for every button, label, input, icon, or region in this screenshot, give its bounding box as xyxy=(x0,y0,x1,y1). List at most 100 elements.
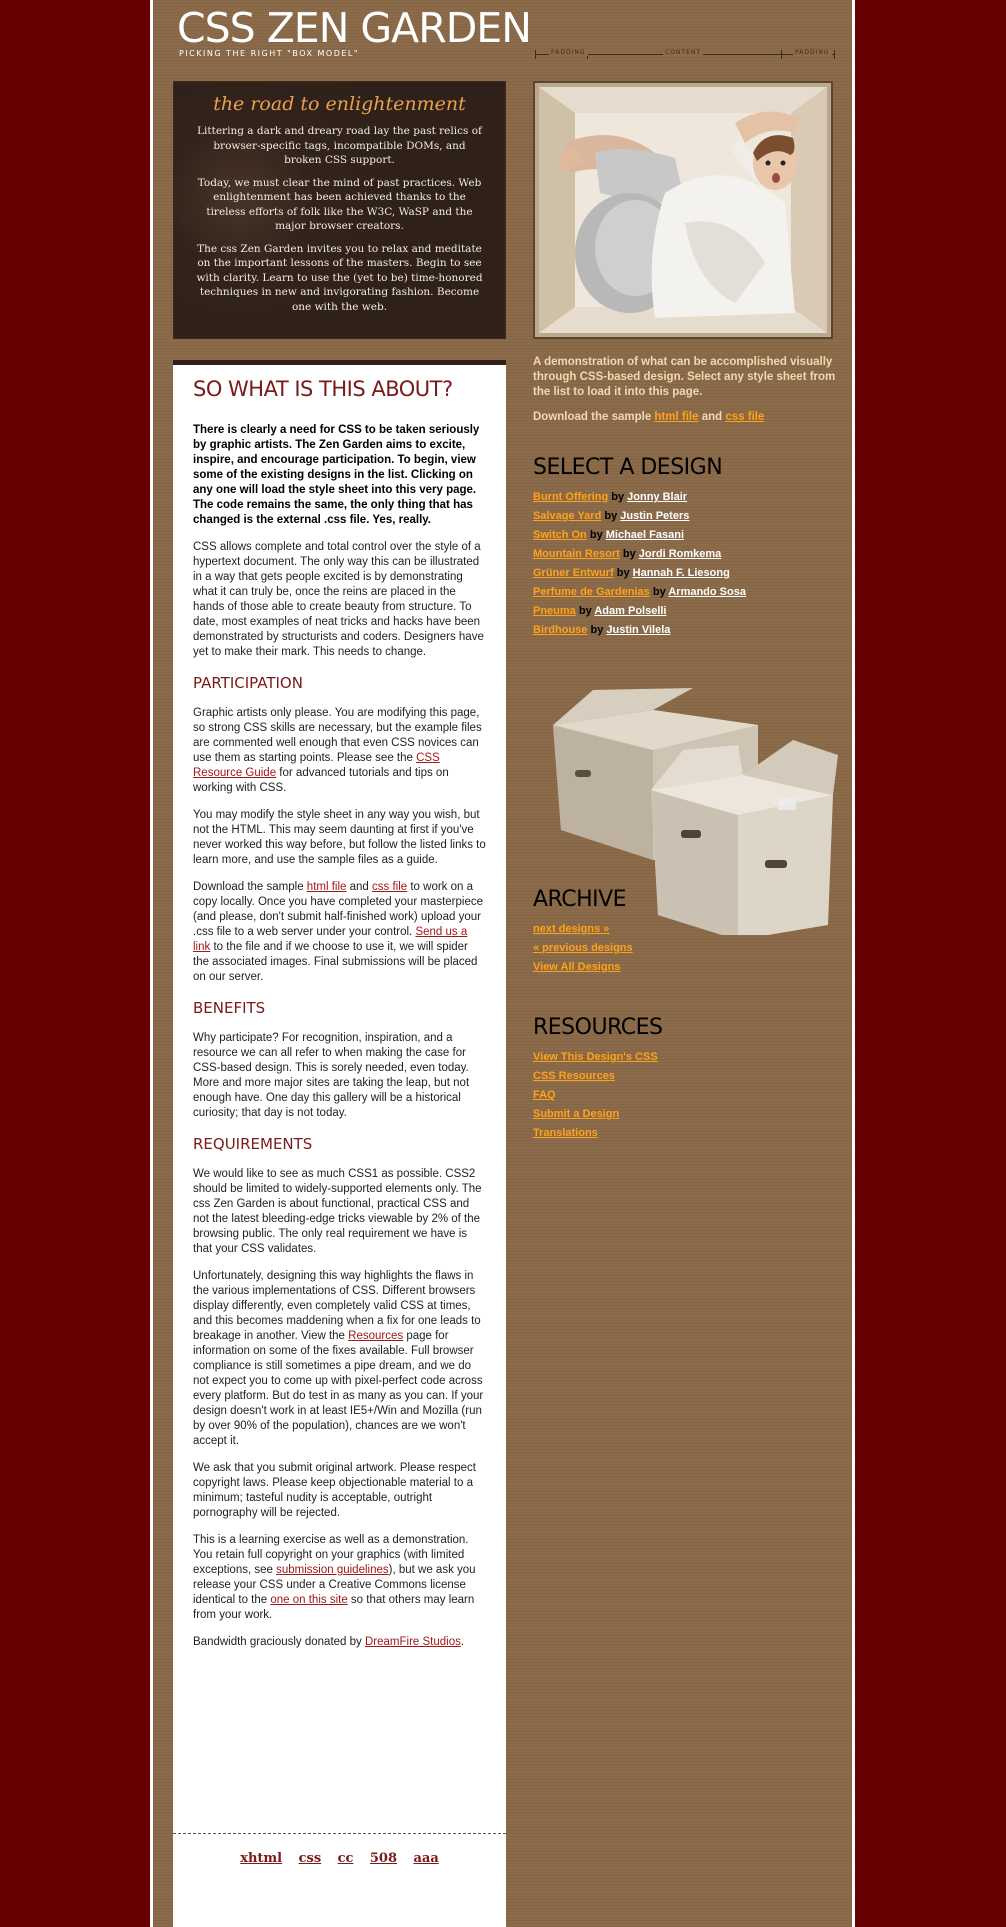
site-title: CSS ZEN GARDEN xyxy=(177,4,532,52)
intro-box: the road to enlightenment Littering a da… xyxy=(173,81,506,339)
archive-item: View All Designs xyxy=(533,958,633,977)
previous-designs-link[interactable]: « previous designs xyxy=(533,942,633,954)
text-span: and xyxy=(698,411,726,423)
participation-paragraph: You may modify the style sheet in any wa… xyxy=(193,809,486,866)
body-paragraph: CSS allows complete and total control ov… xyxy=(193,541,484,658)
sidebar-css-file-link[interactable]: css file xyxy=(725,411,764,423)
text-span: . xyxy=(460,1636,465,1648)
sidebar-download-text: Download the sample html file and css fi… xyxy=(533,410,843,425)
archive-section: ARCHIVE next designs » « previous design… xyxy=(533,887,633,977)
resources-section: RESOURCES View This Design's CSS CSS Res… xyxy=(533,1015,663,1143)
site-subtitle: PICKING THE RIGHT "BOX MODEL" xyxy=(179,49,360,58)
resources-links: View This Design's CSS CSS Resources FAQ… xyxy=(533,1048,663,1143)
design-link[interactable]: Grüner Entwurf xyxy=(533,567,614,579)
sidebar-intro-text: A demonstration of what can be accomplis… xyxy=(533,356,836,398)
text-span: and xyxy=(346,881,372,893)
intro-paragraph: Today, we must clear the mind of past pr… xyxy=(197,176,482,233)
main-content: SO WHAT IS THIS ABOUT? There is clearly … xyxy=(173,360,506,1927)
design-link[interactable]: Pneuma xyxy=(533,605,576,617)
design-list-item: Salvage Yard by Justin Peters xyxy=(533,507,843,526)
text-span: Download the sample xyxy=(193,881,307,893)
by-label: by xyxy=(578,605,592,617)
diagram-tick xyxy=(535,50,536,59)
sidebar-html-file-link[interactable]: html file xyxy=(654,411,698,423)
design-list-item: Grüner Entwurf by Hannah F. Liesong xyxy=(533,564,843,583)
submit-a-design-link[interactable]: Submit a Design xyxy=(533,1108,619,1120)
by-label: by xyxy=(622,548,636,560)
design-link[interactable]: Salvage Yard xyxy=(533,510,601,522)
resources-title: RESOURCES xyxy=(533,1015,663,1040)
select-design-title: SELECT A DESIGN xyxy=(533,455,723,480)
view-this-design-css-link[interactable]: View This Design's CSS xyxy=(533,1051,658,1063)
designer-link[interactable]: Jordi Romkema xyxy=(639,548,722,560)
archive-links: next designs » « previous designs View A… xyxy=(533,920,633,977)
intro-title: the road to enlightenment xyxy=(213,93,466,115)
dreamfire-studios-link[interactable]: DreamFire Studios xyxy=(365,1636,461,1648)
box-model-diagram: PADDING CONTENT PADDING xyxy=(535,47,835,61)
view-all-designs-link[interactable]: View All Designs xyxy=(533,961,620,973)
by-label: by xyxy=(604,510,618,522)
designer-link[interactable]: Adam Polselli xyxy=(594,605,666,617)
footer-link-css[interactable]: css xyxy=(299,1851,322,1866)
design-link[interactable]: Burnt Offering xyxy=(533,491,608,503)
footer-link-508[interactable]: 508 xyxy=(370,1851,397,1866)
requirements-paragraph: We ask that you submit original artwork.… xyxy=(193,1462,476,1519)
designer-link[interactable]: Justin Vilela xyxy=(606,624,670,636)
page-container: CSS ZEN GARDEN PICKING THE RIGHT "BOX MO… xyxy=(150,0,855,1927)
css-resources-link[interactable]: CSS Resources xyxy=(533,1070,615,1082)
intro-paragraph: Littering a dark and dreary road lay the… xyxy=(197,125,482,166)
hero-photo-person-in-box xyxy=(533,81,833,339)
submission-guidelines-link[interactable]: submission guidelines xyxy=(276,1564,389,1576)
next-designs-link[interactable]: next designs » xyxy=(533,923,609,935)
footer-link-cc[interactable]: cc xyxy=(338,1851,354,1866)
design-list-item: Perfume de Gardenias by Armando Sosa xyxy=(533,583,843,602)
designer-link[interactable]: Armando Sosa xyxy=(668,586,746,598)
footer-link-xhtml[interactable]: xhtml xyxy=(240,1851,282,1866)
participation-title: PARTICIPATION xyxy=(193,674,303,692)
footer-link-aaa[interactable]: aaa xyxy=(413,1851,438,1866)
archive-title: ARCHIVE xyxy=(533,887,627,912)
sidebar: A demonstration of what can be accomplis… xyxy=(533,355,843,1139)
designer-link[interactable]: Jonny Blair xyxy=(627,491,687,503)
by-label: by xyxy=(589,529,603,541)
diagram-label-padding-right: PADDING xyxy=(793,49,832,56)
designer-link[interactable]: Michael Fasani xyxy=(606,529,684,541)
designer-link[interactable]: Justin Peters xyxy=(620,510,689,522)
requirements-title: REQUIREMENTS xyxy=(193,1135,313,1153)
sidebar-intro: A demonstration of what can be accomplis… xyxy=(533,355,843,425)
text-span: Download the sample xyxy=(533,411,655,423)
design-list-item: Mountain Resort by Jordi Romkema xyxy=(533,545,843,564)
design-link[interactable]: Mountain Resort xyxy=(533,548,620,560)
archive-item: next designs » xyxy=(533,920,633,939)
faq-link[interactable]: FAQ xyxy=(533,1089,556,1101)
html-file-link[interactable]: html file xyxy=(307,881,347,893)
design-link[interactable]: Perfume de Gardenias xyxy=(533,586,650,598)
main-title: SO WHAT IS THIS ABOUT? xyxy=(193,377,453,401)
text-span: to the file and if we choose to use it, … xyxy=(193,941,478,983)
by-label: by xyxy=(652,586,666,598)
css-file-link[interactable]: css file xyxy=(372,881,407,893)
design-list: Burnt Offering by Jonny Blair Salvage Yar… xyxy=(533,488,843,640)
design-link[interactable]: Birdhouse xyxy=(533,624,587,636)
resources-item: Submit a Design xyxy=(533,1105,663,1124)
participation-paragraph: Graphic artists only please. You are mod… xyxy=(193,706,486,796)
bandwidth-paragraph: Bandwidth graciously donated by DreamFir… xyxy=(193,1635,486,1650)
design-list-item: Birdhouse by Justin Vilela xyxy=(533,621,843,640)
text-span: page for information on some of the fixe… xyxy=(193,1330,484,1447)
diagram-label-padding-left: PADDING xyxy=(549,49,588,56)
person-in-box-illustration xyxy=(535,83,831,337)
diagram-label-content: CONTENT xyxy=(663,49,704,56)
designer-link[interactable]: Hannah F. Liesong xyxy=(633,567,730,579)
by-label: by xyxy=(611,491,625,503)
design-list-item: Burnt Offering by Jonny Blair xyxy=(533,488,843,507)
translations-link[interactable]: Translations xyxy=(533,1127,598,1139)
design-list-item: Switch On by Michael Fasani xyxy=(533,526,843,545)
lead-paragraph: There is clearly a need for CSS to be ta… xyxy=(193,424,480,526)
footer-links: xhtml css cc 508 aaa xyxy=(173,1833,506,1867)
one-on-this-site-link[interactable]: one on this site xyxy=(270,1594,347,1606)
resources-link[interactable]: Resources xyxy=(348,1330,403,1342)
design-link[interactable]: Switch On xyxy=(533,529,587,541)
benefits-paragraph: Why participate? For recognition, inspir… xyxy=(193,1032,470,1119)
diagram-tick xyxy=(781,50,782,59)
requirements-paragraph: We would like to see as much CSS1 as pos… xyxy=(193,1168,482,1255)
